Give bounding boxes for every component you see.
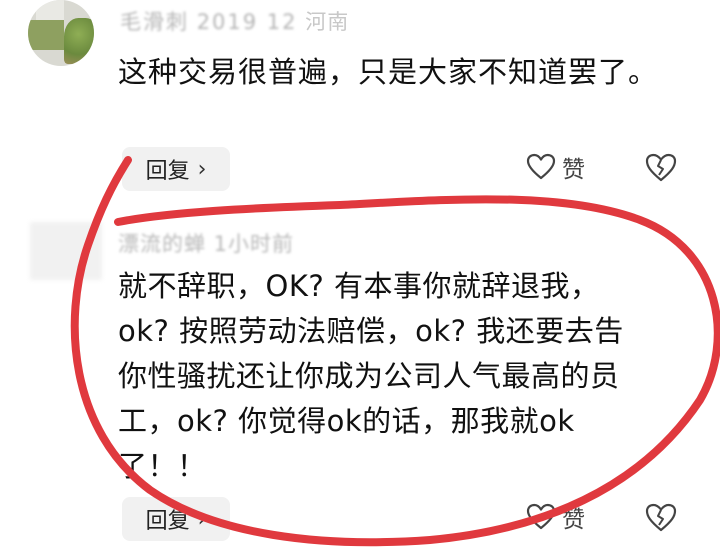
chevron-right-icon: › <box>197 506 207 532</box>
comment-meta: 毛滑刺 2019 12 河南 <box>120 6 349 36</box>
comment-line: 工，ok? 你觉得ok的话，那我就ok <box>118 404 575 438</box>
like-label: 赞 <box>562 507 585 533</box>
reply-button[interactable]: 回复 › <box>122 147 230 191</box>
avatar[interactable] <box>30 222 102 280</box>
heart-icon <box>526 503 556 531</box>
like-button[interactable]: 赞 <box>526 150 585 184</box>
location: 河南 <box>305 10 350 34</box>
comment-line: 就不辞职，OK? 有本事你就辞退我， <box>118 269 600 303</box>
reply-label: 回复 <box>145 509 190 534</box>
broken-heart-icon <box>644 503 678 538</box>
username[interactable]: 毛滑刺 <box>120 10 189 34</box>
comment-meta: 漂流的蝉 1小时前 <box>118 232 295 256</box>
heart-icon <box>526 153 556 181</box>
like-label: 赞 <box>562 157 585 183</box>
dislike-button[interactable] <box>644 502 678 536</box>
comment-line: 你性骚扰还让你成为公司人气最高的员 <box>118 359 620 393</box>
reply-label: 回复 <box>145 159 190 184</box>
chevron-right-icon: › <box>197 156 207 182</box>
timestamp: 2019 12 <box>196 10 298 34</box>
like-button[interactable]: 赞 <box>526 500 585 534</box>
comment-line: ok? 按照劳动法赔偿，ok? 我还要去告 <box>118 314 624 348</box>
broken-heart-icon <box>644 153 678 188</box>
dislike-button[interactable] <box>644 152 678 186</box>
reply-button[interactable]: 回复 › <box>122 497 230 541</box>
comment-line: 了！！ <box>118 449 207 483</box>
avatar[interactable] <box>28 0 94 66</box>
comment-text: 这种交易很普遍，只是大家不知道罢了。 <box>118 55 659 89</box>
comment-text: 就不辞职，OK? 有本事你就辞退我， ok? 按照劳动法赔偿，ok? 我还要去告… <box>118 264 698 489</box>
